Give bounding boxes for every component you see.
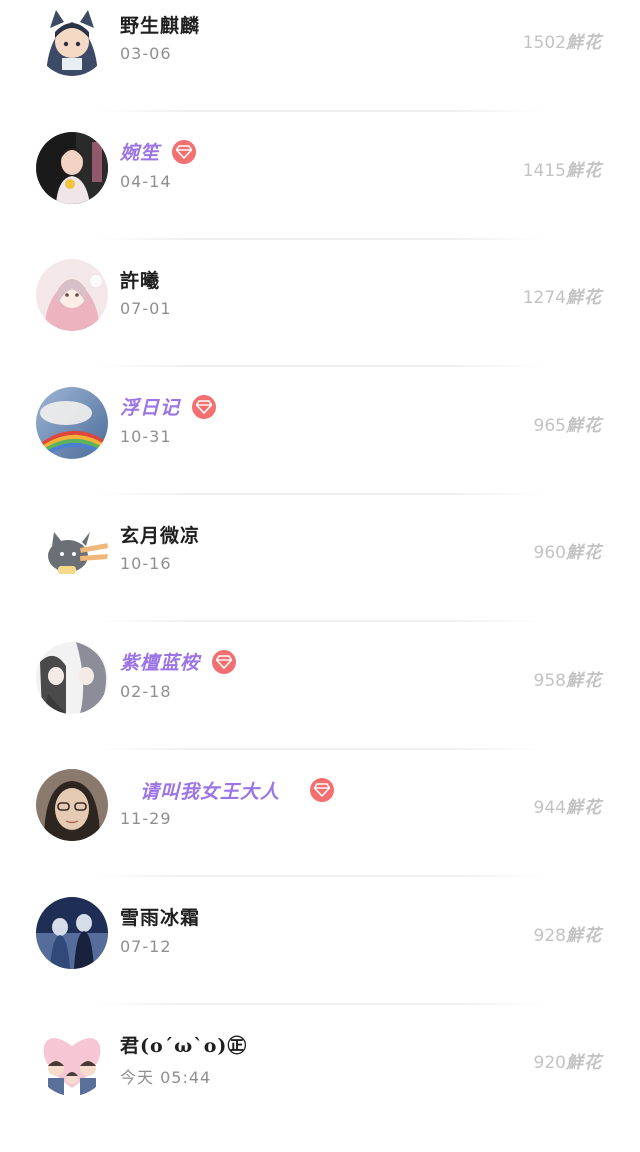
flower-count-value: 920 <box>533 1053 566 1073</box>
name-line: 君(o´ω`o)㊣ <box>120 1028 247 1060</box>
list-item[interactable]: 紫檀蓝桉 02-18 958鮮花 <box>0 641 640 770</box>
avatar[interactable] <box>36 131 108 204</box>
flower-unit-label: 鮮花 <box>566 1053 602 1073</box>
gift-date: 今天 05:44 <box>120 1068 212 1087</box>
user-name[interactable]: 玄月微凉 <box>120 521 200 548</box>
avatar[interactable] <box>36 386 108 459</box>
list-item[interactable]: 浮日记 10-31 965鮮花 <box>0 386 640 515</box>
name-line: 野生麒麟 <box>120 8 200 40</box>
vip-diamond-icon <box>212 649 237 674</box>
name-line: 浮日记 <box>120 391 217 423</box>
flower-unit-label: 鮮花 <box>566 543 602 563</box>
list-item[interactable]: 野生麒麟 03-06 1502鮮花 <box>0 4 640 132</box>
flower-count: 960鮮花 <box>534 538 602 563</box>
gift-date: 07-01 <box>120 299 172 318</box>
row-divider <box>94 747 546 750</box>
gift-date: 04-14 <box>120 171 172 191</box>
flower-count-value: 928 <box>533 925 566 946</box>
row-divider <box>94 1002 546 1005</box>
flower-count: 920鮮花 <box>534 1048 602 1073</box>
flower-count: 1415鮮花 <box>523 156 602 181</box>
flower-count: 928鮮花 <box>534 921 602 946</box>
list-item[interactable]: 玄月微凉 10-16 960鮮花 <box>0 514 640 642</box>
avatar[interactable] <box>36 514 108 586</box>
gift-date: 10-16 <box>120 554 172 573</box>
avatar[interactable] <box>36 259 108 331</box>
gift-date: 11-29 <box>120 809 172 828</box>
flower-unit-label: 鮮花 <box>566 798 602 818</box>
flower-unit-label: 鮮花 <box>566 670 602 691</box>
flower-count-value: 1415 <box>522 160 566 181</box>
user-name[interactable]: 请叫我女王大人 <box>140 777 280 804</box>
gift-date: 03-06 <box>120 44 172 63</box>
name-line: 请叫我女王大人 <box>120 774 335 806</box>
name-line: 婉笙 <box>120 136 197 168</box>
row-divider <box>94 492 546 495</box>
flower-count: 1274鮮花 <box>523 283 602 308</box>
user-name[interactable]: 浮日记 <box>120 393 180 420</box>
row-divider <box>94 110 546 112</box>
name-line: 紫檀蓝桉 <box>120 646 237 678</box>
user-name[interactable]: 婉笙 <box>120 138 160 165</box>
row-divider <box>94 620 546 622</box>
flower-unit-label: 鮮花 <box>566 288 602 308</box>
row-divider <box>94 237 546 240</box>
flower-count: 944鮮花 <box>534 793 602 818</box>
flower-count: 958鮮花 <box>534 666 602 691</box>
avatar[interactable] <box>36 1024 108 1096</box>
flower-unit-label: 鮮花 <box>566 415 602 436</box>
user-name[interactable]: 君(o´ω`o)㊣ <box>120 1031 247 1058</box>
flower-unit-label: 鮮花 <box>566 33 602 53</box>
avatar[interactable] <box>36 4 108 76</box>
list-item[interactable]: 请叫我女王大人 11-29 944鮮花 <box>0 769 640 897</box>
flower-unit-label: 鮮花 <box>566 925 602 946</box>
flower-count-value: 965 <box>533 415 566 436</box>
flower-count-value: 1502 <box>522 33 566 53</box>
flower-count: 1502鮮花 <box>523 28 602 53</box>
name-line: 玄月微凉 <box>120 518 200 550</box>
user-name[interactable]: 雪雨冰霜 <box>120 903 200 930</box>
list-item[interactable]: 許曦 07-01 1274鮮花 <box>0 259 640 387</box>
gift-date: 02-18 <box>120 681 172 701</box>
list-item[interactable]: 婉笙 04-14 1415鮮花 <box>0 131 640 260</box>
flower-count: 965鮮花 <box>534 411 602 436</box>
avatar[interactable] <box>36 769 108 841</box>
avatar[interactable] <box>36 641 108 714</box>
list-item[interactable]: 君(o´ω`o)㊣今天 05:44 920鮮花 <box>0 1024 640 1152</box>
flower-count-value: 960 <box>533 543 566 563</box>
flower-count-value: 958 <box>533 670 566 691</box>
name-line: 許曦 <box>120 263 160 295</box>
list-item[interactable]: 雪雨冰霜 07-12 928鮮花 <box>0 896 640 1025</box>
gift-date: 10-31 <box>120 426 172 446</box>
vip-diamond-icon <box>310 778 335 802</box>
vip-diamond-icon <box>192 394 217 419</box>
flower-count-value: 944 <box>533 798 566 818</box>
user-name[interactable]: 紫檀蓝桉 <box>120 648 200 675</box>
avatar[interactable] <box>36 896 108 969</box>
flower-unit-label: 鮮花 <box>566 160 602 181</box>
user-name[interactable]: 野生麒麟 <box>120 11 200 38</box>
row-divider <box>94 365 546 367</box>
row-divider <box>94 875 546 877</box>
user-name[interactable]: 許曦 <box>120 266 160 293</box>
vip-diamond-icon <box>172 139 197 164</box>
gift-date: 07-12 <box>120 936 172 956</box>
flower-count-value: 1274 <box>522 288 566 308</box>
name-line: 雪雨冰霜 <box>120 901 200 933</box>
